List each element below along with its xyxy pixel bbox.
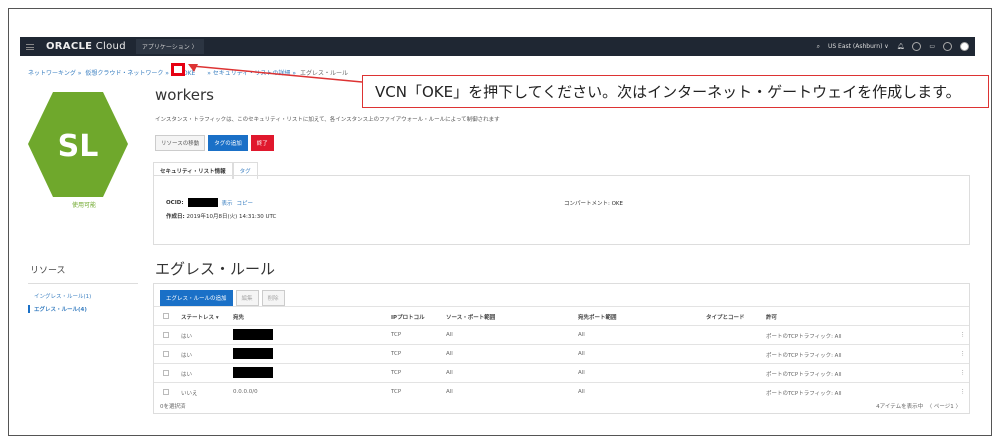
cell-src: All [446, 370, 453, 376]
page-title: workers [155, 86, 214, 104]
table-row: はい TCP All All ポートのTCPトラフィック: All ⋮ [154, 325, 969, 344]
cell-stateless: はい [181, 372, 193, 378]
add-tags-button[interactable]: タグの追加 [208, 135, 248, 151]
cell-src: All [446, 389, 453, 395]
terminate-button[interactable]: 終了 [250, 135, 274, 151]
status-label: 使用可能 [72, 202, 97, 209]
ocid-label: OCID: [166, 199, 184, 206]
instruction-callout: VCN「OKE」を押下してください。次はインターネット・ゲートウェイを作成します… [362, 75, 989, 108]
column-header: IPプロトコル [391, 315, 425, 321]
sidebar-item-egress[interactable]: エグレス・ルール(4) [28, 305, 87, 313]
column-header: ソース・ポート範囲 [446, 315, 496, 321]
cell-allow: ポートのTCPトラフィック: All [766, 391, 842, 397]
cell-dst: All [578, 351, 585, 357]
cell-dst: All [578, 332, 585, 338]
search-icon[interactable]: ⌕ [817, 43, 820, 51]
selected-count: 0を選択済 [160, 404, 186, 410]
cell-stateless: いいえ [181, 391, 198, 397]
globe-icon[interactable] [943, 42, 952, 51]
table-row: はい TCP All All ポートのTCPトラフィック: All ⋮ [154, 344, 969, 363]
created-label: 作成日: [166, 214, 185, 220]
row-checkbox[interactable] [163, 332, 169, 338]
cell-allow: ポートのTCPトラフィック: All [766, 372, 842, 378]
compartment-value: コンパートメント: OKE [564, 201, 624, 207]
pagination[interactable]: 〈 ページ1 〉 [927, 404, 961, 410]
remove-button[interactable]: 削除 [261, 290, 285, 306]
select-all-checkbox[interactable] [163, 313, 169, 319]
resources-heading: リソース [30, 266, 66, 276]
edit-button[interactable]: 編集 [235, 290, 259, 306]
breadcrumb-vcn[interactable]: 仮想クラウド・ネットワーク » [85, 70, 169, 77]
sidebar-item-ingress[interactable]: イングレス・ルール(1) [34, 292, 91, 300]
applications-menu[interactable]: アプリケーション 〉 [135, 39, 204, 54]
column-header: 許可 [766, 315, 778, 321]
oracle-cloud-logo[interactable]: ORACLE Cloud [46, 41, 126, 52]
egress-rules-table: エグレス・ルールの追加 編集 削除 ステートレス ▾ 宛先 IPプロトコル ソース・ポ… [153, 283, 970, 414]
row-checkbox[interactable] [163, 370, 169, 376]
top-bar: ORACLE Cloud アプリケーション 〉 ⌕ US East (Ashbu… [20, 37, 975, 56]
info-panel: OCID: 表示 コピー 作成日: 2019年10月8日(火) 14:31:30 U… [153, 175, 970, 245]
cell-allow: ポートのTCPトラフィック: All [766, 353, 842, 359]
breadcrumb-networking[interactable]: ネットワーキング » [28, 70, 81, 77]
table-row: いいえ 0.0.0.0/0 TCP All All ポートのTCPトラフィック: All ⋮ [154, 382, 969, 401]
cell-src: All [446, 332, 453, 338]
add-egress-rule-button[interactable]: エグレス・ルールの追加 [160, 290, 233, 306]
table-row: はい TCP All All ポートのTCPトラフィック: All ⋮ [154, 363, 969, 382]
created-value: 2019年10月8日(火) 14:31:30 UTC [186, 214, 277, 220]
bell-icon[interactable]: 🔔︎ [897, 43, 905, 50]
copy-link[interactable]: コピー [237, 199, 254, 207]
cell-stateless: はい [181, 353, 193, 359]
column-header: 宛先 [233, 315, 245, 321]
items-count: 4アイテムを表示中 [876, 404, 924, 410]
chat-icon[interactable]: ▭ [929, 43, 935, 50]
redacted-destination [233, 329, 273, 340]
redacted-ocid [187, 198, 218, 207]
highlight-box [171, 63, 185, 76]
redacted-destination [233, 348, 273, 359]
help-icon[interactable] [912, 42, 922, 51]
redacted-destination [233, 367, 273, 378]
move-resource-button[interactable]: リソースの移動 [155, 135, 206, 151]
cell-stateless: はい [181, 334, 193, 340]
kebab-menu-icon[interactable]: ⋮ [960, 389, 966, 395]
logo-text: ORACLE [46, 41, 93, 52]
page-description: インスタンス・トラフィックは、このセキュリティ・リストに加えて、各インスタンス上… [155, 117, 500, 123]
table-header-row: ステートレス ▾ 宛先 IPプロトコル ソース・ポート範囲 宛先ポート範囲 タイプとコード… [154, 306, 969, 325]
hamburger-menu-icon[interactable] [26, 43, 34, 50]
cell-proto: TCP [391, 332, 402, 338]
cell-dst: All [578, 370, 585, 376]
cell-proto: TCP [391, 370, 402, 376]
section-title: エグレス・ルール [155, 260, 276, 278]
cell-dest: 0.0.0.0/0 [233, 389, 258, 395]
cell-src: All [446, 351, 453, 357]
cell-dst: All [578, 389, 585, 395]
column-header: 宛先ポート範囲 [578, 315, 617, 321]
kebab-menu-icon[interactable]: ⋮ [960, 332, 966, 338]
row-checkbox[interactable] [163, 389, 169, 395]
divider [28, 283, 138, 284]
show-link[interactable]: 表示 [222, 199, 233, 207]
avatar-initials: SL [58, 129, 99, 164]
logo-suffix: Cloud [92, 41, 126, 52]
kebab-menu-icon[interactable]: ⋮ [960, 351, 966, 357]
cell-allow: ポートのTCPトラフィック: All [766, 334, 842, 340]
cell-proto: TCP [391, 351, 402, 357]
profile-icon[interactable] [960, 42, 969, 51]
cell-proto: TCP [391, 389, 402, 395]
row-checkbox[interactable] [163, 351, 169, 357]
avatar-hexagon: SL [28, 92, 128, 197]
kebab-menu-icon[interactable]: ⋮ [960, 370, 966, 376]
column-header: タイプとコード [706, 315, 745, 321]
column-header[interactable]: ステートレス ▾ [181, 313, 219, 321]
region-selector[interactable]: US East (Ashburn) ∨ [828, 43, 889, 50]
